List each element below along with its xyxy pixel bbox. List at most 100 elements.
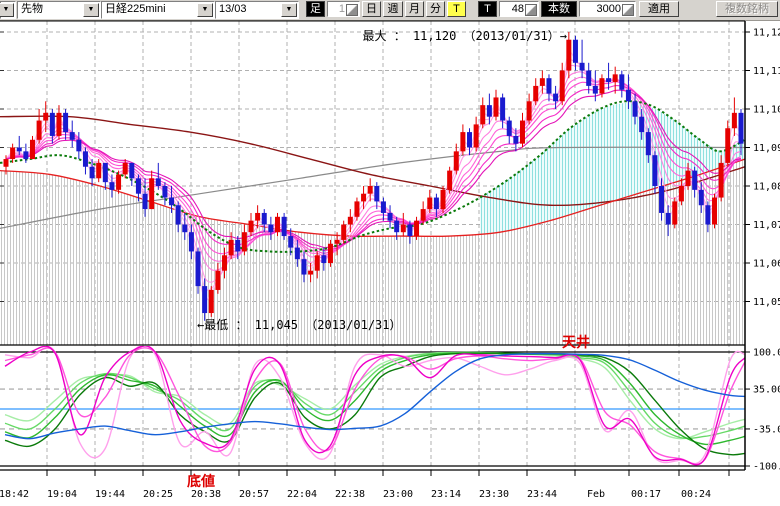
bar-type-label: 足 (306, 1, 325, 17)
time-tick-label: 20:38 (191, 489, 221, 500)
candle (507, 117, 512, 144)
instrument-value: 日経225mini (105, 2, 166, 17)
time-tick-label: 22:04 (287, 489, 317, 500)
spinner-icon[interactable] (622, 4, 634, 16)
multi-symbol-button[interactable]: 複数銘柄 (716, 1, 778, 17)
time-tick-label: 20:57 (239, 489, 269, 500)
tick-count-stepper[interactable]: 48 (499, 1, 539, 17)
oscillator-tick-label: -100.00 (753, 462, 780, 473)
rci-green-mid (5, 353, 745, 445)
candle (560, 63, 565, 105)
candle (37, 109, 42, 144)
oscillator-tick-label: 100.00 (753, 348, 780, 359)
bars-count-stepper[interactable]: 3000 (579, 1, 636, 17)
price-tick-label: 11,080 (753, 182, 780, 193)
candle (149, 171, 154, 210)
time-tick-label: 18:42 (0, 489, 29, 500)
candle (70, 121, 75, 148)
period-tick-button[interactable]: T (447, 1, 466, 17)
candle (474, 117, 479, 152)
apply-button[interactable]: 適用 (639, 1, 679, 17)
time-tick-label: 22:38 (335, 489, 365, 500)
oscillator-panel (0, 345, 745, 466)
candle (23, 144, 28, 163)
candle (328, 240, 333, 267)
time-tick-label: 23:30 (479, 489, 509, 500)
rci-green-pale (5, 352, 745, 438)
candle (553, 86, 558, 109)
candle (619, 71, 624, 98)
max-price-annotation: 最大 ： 11,120 （2013/01/31）→ (363, 29, 568, 43)
price-panel (0, 32, 745, 345)
chart-canvas[interactable]: 11,12011,11011,10011,09011,08011,07011,0… (0, 20, 780, 501)
candle (56, 105, 61, 140)
time-tick-label: 00:17 (631, 489, 661, 500)
contract-month-value: 13/03 (219, 2, 247, 17)
candle (480, 97, 485, 128)
time-tick-label: 23:00 (383, 489, 413, 500)
instrument-select[interactable]: 日経225mini ▼ (101, 1, 215, 19)
tick-count-value: 48 (512, 2, 524, 17)
min-price-annotation: ←最低 ： 11,045 （2013/01/31） (197, 318, 402, 332)
candle (540, 71, 545, 94)
candle (96, 159, 101, 182)
candle (725, 121, 730, 167)
ceiling-label: 天井 (562, 334, 590, 351)
period-minute-button[interactable]: 分 (426, 1, 445, 17)
candle (454, 144, 459, 175)
spinner-icon[interactable] (525, 4, 537, 16)
interval-value: 1 (339, 2, 345, 17)
candle (129, 163, 134, 186)
rci-green-light (5, 352, 745, 438)
period-day-button[interactable]: 日 (362, 1, 381, 17)
dropdown-arrow-icon[interactable]: ▼ (0, 3, 14, 17)
candle (441, 186, 446, 213)
period-week-button[interactable]: 週 (383, 1, 403, 17)
candle (606, 63, 611, 90)
candle (401, 213, 406, 236)
dropdown-arrow-icon[interactable]: ▼ (281, 3, 297, 17)
time-tick-label: 23:14 (431, 489, 461, 500)
bars-label: 本数 (541, 1, 577, 17)
candle (672, 198, 677, 229)
candle (494, 90, 499, 121)
candle (282, 213, 287, 240)
instrument-type-value: 先物 (21, 2, 43, 17)
spinner-icon[interactable] (346, 4, 358, 16)
period-month-button[interactable]: 月 (405, 1, 424, 17)
time-tick-label: 00:24 (681, 489, 711, 500)
candle (209, 286, 214, 317)
candle (447, 167, 452, 194)
price-tick-label: 11,070 (753, 220, 780, 231)
candle (460, 124, 465, 155)
bars-count-value: 3000 (597, 2, 621, 17)
price-tick-label: 11,050 (753, 297, 780, 308)
chart-area[interactable]: 11,12011,11011,10011,09011,08011,07011,0… (0, 20, 780, 506)
time-tick-label: Feb (587, 489, 605, 500)
time-tick-label: 19:44 (95, 489, 125, 500)
bottom-label: 底値 (187, 473, 215, 490)
price-tick-label: 11,100 (753, 105, 780, 116)
candle (546, 74, 551, 101)
candle (30, 136, 35, 159)
candle (586, 63, 591, 94)
dropdown-arrow-icon[interactable]: ▼ (197, 3, 213, 17)
dropdown-arrow-icon[interactable]: ▼ (83, 3, 99, 17)
candle (520, 113, 525, 148)
candle (368, 178, 373, 201)
interval-stepper[interactable]: 1 (327, 1, 360, 17)
price-tick-label: 11,120 (753, 28, 780, 39)
contract-month-select[interactable]: 13/03 ▼ (215, 1, 299, 19)
hidden-combo-stub[interactable]: ▼ (0, 1, 16, 19)
time-tick-label: 23:44 (527, 489, 557, 500)
tick-label: T (478, 1, 497, 17)
candle (10, 144, 15, 163)
candle (381, 198, 386, 221)
time-tick-label: 20:25 (143, 489, 173, 500)
time-tick-label: 19:04 (47, 489, 77, 500)
candle (732, 97, 737, 136)
candle (712, 194, 717, 229)
candle (533, 78, 538, 105)
trading-app-window: { "toolbar": { "dropdown_arrow": "▼", "i… (0, 0, 780, 501)
instrument-type-select[interactable]: 先物 ▼ (17, 1, 101, 19)
